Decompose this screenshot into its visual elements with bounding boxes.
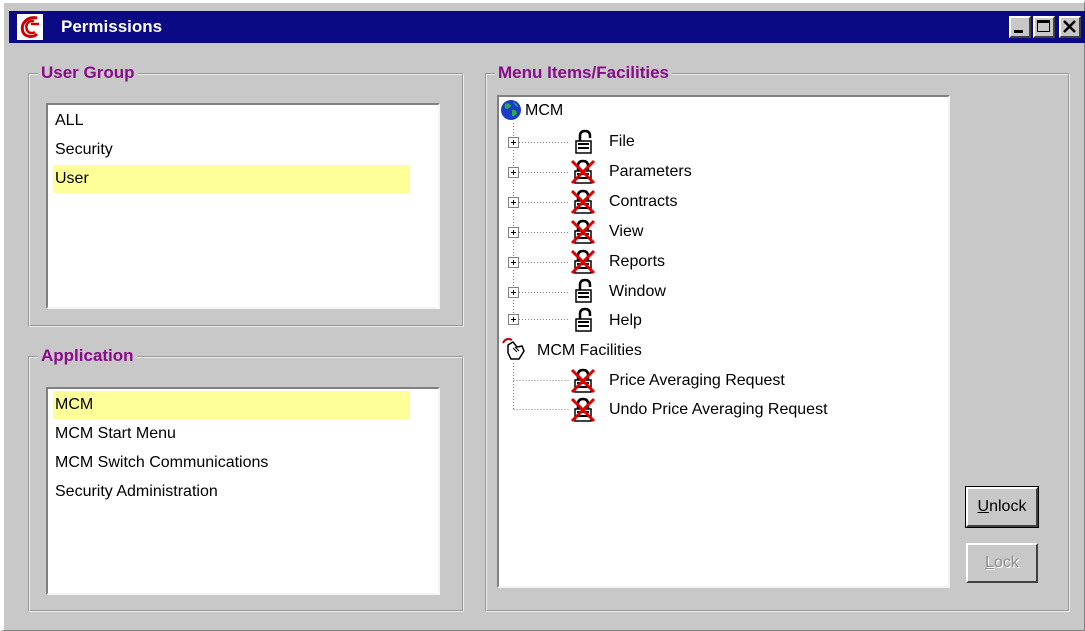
application-item-mcm-switch-communications[interactable]: MCM Switch Communications	[53, 449, 410, 477]
tree-node-undo-price-averaging-request-label: Undo Price Averaging Request	[609, 401, 828, 418]
tree-node-help[interactable]: Help	[609, 307, 642, 335]
expand-file-button[interactable]	[508, 137, 519, 148]
padlock-locked-icon	[570, 159, 596, 185]
tree-node-price-averaging-request[interactable]: Price Averaging Request	[609, 367, 785, 395]
app-logo-icon	[17, 14, 43, 40]
tree-node-file-label: File	[609, 133, 635, 150]
expand-parameters-button[interactable]	[508, 167, 519, 178]
application-item-security-administration[interactable]: Security Administration	[53, 478, 410, 506]
tree-node-price-averaging-request-label: Price Averaging Request	[609, 372, 785, 389]
padlock-locked-icon	[570, 249, 596, 275]
lock-button-mnemonic: L	[985, 554, 994, 571]
tree-node-reports-label: Reports	[609, 253, 666, 270]
lock-button-label: ock	[994, 554, 1019, 571]
user-group-item-security[interactable]: Security	[53, 136, 410, 164]
expand-reports-button[interactable]	[508, 257, 519, 268]
expand-help-button[interactable]	[508, 314, 519, 325]
menu-items-label: Menu Items/Facilities	[495, 63, 672, 83]
facilities-hand-icon	[502, 338, 525, 360]
padlock-locked-icon	[570, 368, 596, 394]
minimize-icon	[1014, 30, 1023, 33]
padlock-open-icon	[575, 278, 592, 303]
application-item-mcm[interactable]: MCM	[53, 391, 410, 419]
tree-node-window-label: Window	[609, 283, 666, 300]
tree-node-mcm[interactable]: MCM	[525, 97, 563, 125]
tree-node-mcm-facilities-label: MCM Facilities	[537, 342, 642, 359]
user-group-item-user[interactable]: User	[53, 165, 410, 193]
permissions-window: Permissions User Group ALL Security User…	[0, 0, 1085, 631]
tree-node-undo-price-averaging-request[interactable]: Undo Price Averaging Request	[609, 396, 828, 424]
padlock-locked-icon	[570, 189, 596, 215]
user-group-label: User Group	[38, 63, 138, 83]
expand-contracts-button[interactable]	[508, 197, 519, 208]
tree-node-reports[interactable]: Reports	[609, 248, 665, 276]
minimize-button[interactable]	[1009, 16, 1031, 38]
maximize-button[interactable]	[1033, 16, 1055, 38]
tree-node-mcm-facilities[interactable]: MCM Facilities	[537, 337, 642, 365]
tree-node-contracts-label: Contracts	[609, 193, 678, 210]
lock-button[interactable]: Lock	[966, 543, 1038, 583]
unlock-button[interactable]: Unlock	[965, 486, 1039, 528]
expand-view-button[interactable]	[508, 227, 519, 238]
padlock-locked-icon	[570, 219, 596, 245]
tree-node-view[interactable]: View	[609, 218, 643, 246]
tree-node-file[interactable]: File	[609, 128, 635, 156]
window-title: Permissions	[61, 17, 163, 36]
maximize-icon	[1037, 20, 1050, 32]
padlock-open-icon	[575, 307, 592, 332]
globe-icon	[501, 100, 521, 120]
tree-node-window[interactable]: Window	[609, 278, 666, 306]
application-list[interactable]: MCM MCM Start Menu MCM Switch Communicat…	[46, 387, 440, 595]
tree-node-contracts[interactable]: Contracts	[609, 188, 677, 216]
expand-window-button[interactable]	[508, 287, 519, 298]
application-item-mcm-start-menu[interactable]: MCM Start Menu	[53, 420, 410, 448]
tree-node-mcm-label: MCM	[525, 102, 564, 119]
tree-node-help-label: Help	[609, 312, 642, 329]
tree-node-parameters[interactable]: Parameters	[609, 158, 692, 186]
user-group-item-all[interactable]: ALL	[53, 107, 410, 135]
unlock-button-label: nlock	[989, 498, 1027, 515]
application-label: Application	[38, 346, 137, 366]
close-button[interactable]	[1059, 16, 1081, 38]
padlock-open-icon	[575, 129, 592, 154]
close-icon	[1063, 20, 1076, 33]
tree-node-parameters-label: Parameters	[609, 163, 692, 180]
menu-items-tree[interactable]: MCM File Parameters Contracts View Repor…	[497, 95, 950, 588]
title-bar[interactable]: Permissions	[9, 11, 1085, 43]
unlock-button-mnemonic: U	[977, 498, 990, 515]
tree-node-view-label: View	[609, 223, 644, 240]
user-group-list[interactable]: ALL Security User	[46, 103, 440, 309]
padlock-locked-icon	[570, 397, 596, 423]
